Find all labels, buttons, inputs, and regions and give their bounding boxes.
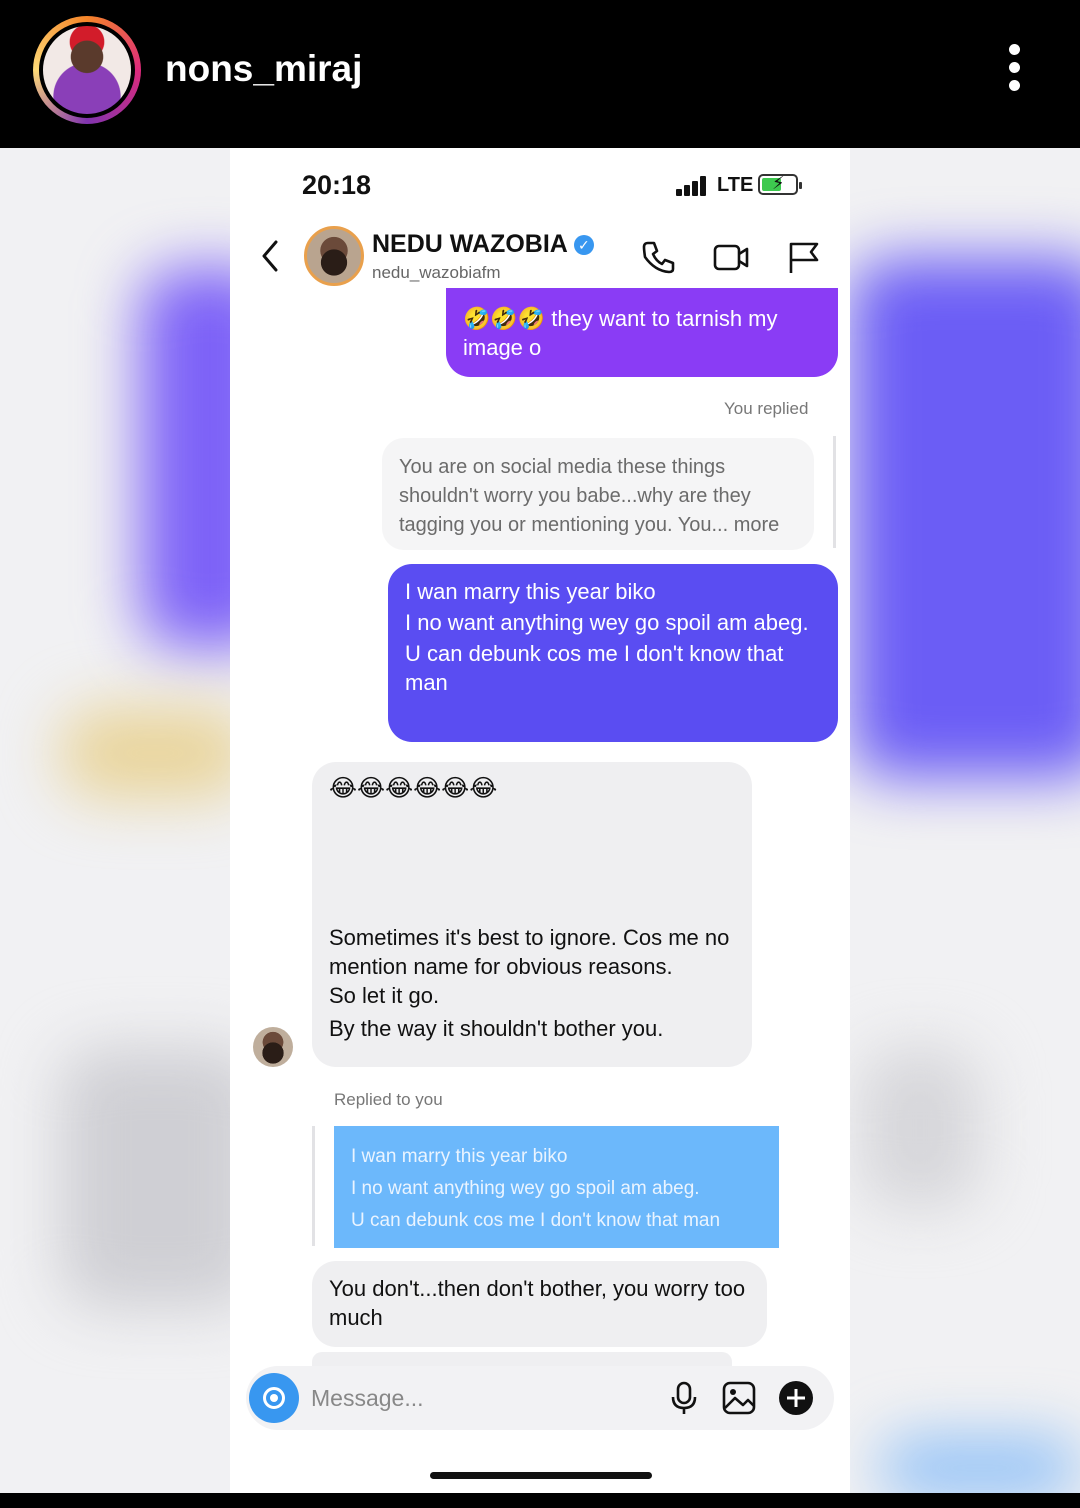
- story-avatar: [39, 22, 135, 118]
- you-replied-label: You replied: [724, 399, 809, 418]
- incoming-message-2[interactable]: You don't...then don't bother, you worry…: [312, 1261, 767, 1347]
- message-line: So let it go.: [329, 983, 440, 1008]
- outgoing-message-1[interactable]: 🤣🤣🤣 they want to tarnish my image o: [446, 288, 838, 377]
- camera-icon[interactable]: [249, 1373, 299, 1423]
- story-username[interactable]: nons_miraj: [165, 48, 362, 90]
- outgoing-message-2[interactable]: I wan marry this year biko I no want any…: [388, 564, 838, 742]
- message-line: I wan marry this year biko: [405, 579, 656, 604]
- home-indicator: [430, 1472, 652, 1479]
- sender-avatar[interactable]: [253, 1027, 293, 1067]
- reply-indicator-bar: [833, 436, 836, 548]
- contact-name-text: NEDU WAZOBIA: [372, 230, 568, 258]
- quoted-line: I wan marry this year biko: [351, 1146, 568, 1167]
- replied-to-you-label: Replied to you: [334, 1090, 443, 1109]
- message-line: Sometimes it's best to ignore. Cos me no…: [329, 925, 730, 979]
- signal-icon: [676, 176, 710, 196]
- message-input[interactable]: [311, 1382, 641, 1414]
- contact-name[interactable]: NEDU WAZOBIA ✓: [372, 230, 594, 259]
- back-arrow-icon[interactable]: [258, 238, 282, 274]
- flag-icon[interactable]: [784, 238, 822, 276]
- message-line: By the way it shouldn't bother you.: [329, 1016, 664, 1041]
- quoted-line: I no want anything wey go spoil am abeg.: [351, 1178, 700, 1199]
- incoming-message-1[interactable]: 😂😂😂😂😂😂 Sometimes it's best to ignore. Co…: [312, 762, 752, 1067]
- bottom-strip: [0, 1493, 1080, 1508]
- reply-indicator-bar: [312, 1126, 315, 1246]
- quoted-message[interactable]: I wan marry this year biko I no want any…: [334, 1126, 779, 1248]
- message-line: U can debunk cos me I don't know that ma…: [405, 641, 784, 695]
- message-text: You don't...then don't bother, you worry…: [329, 1276, 746, 1330]
- battery-icon: ⚡: [758, 173, 802, 195]
- status-time: 20:18: [302, 170, 372, 200]
- more-options-icon[interactable]: [1004, 44, 1024, 100]
- contact-handle: nedu_wazobiafm: [372, 263, 501, 282]
- quoted-reply-text: You are on social media these things sho…: [399, 456, 780, 536]
- story-header: nons_miraj: [0, 0, 1080, 148]
- network-label: LTE: [717, 174, 754, 196]
- quoted-line: U can debunk cos me I don't know that ma…: [351, 1210, 721, 1231]
- quoted-reply[interactable]: You are on social media these things sho…: [382, 438, 814, 550]
- verified-badge-icon: ✓: [573, 235, 594, 255]
- rofl-emoji-icon: 🤣🤣🤣: [463, 306, 546, 331]
- video-call-icon[interactable]: [712, 238, 750, 276]
- dm-screenshot: 20:18 LTE ⚡ NEDU WAZOBIA ✓ nedu_wazobiafm…: [230, 148, 850, 1493]
- microphone-icon[interactable]: [666, 1380, 702, 1416]
- add-icon[interactable]: [778, 1380, 814, 1416]
- laughing-emoji-icon: 😂😂😂😂😂😂: [329, 775, 498, 802]
- gallery-icon[interactable]: [721, 1380, 757, 1416]
- phone-call-icon[interactable]: [640, 238, 678, 276]
- message-composer: [246, 1366, 834, 1430]
- message-line: I no want anything wey go spoil am abeg.: [405, 610, 809, 635]
- contact-avatar[interactable]: [304, 226, 364, 286]
- story-avatar-ring[interactable]: [33, 16, 141, 124]
